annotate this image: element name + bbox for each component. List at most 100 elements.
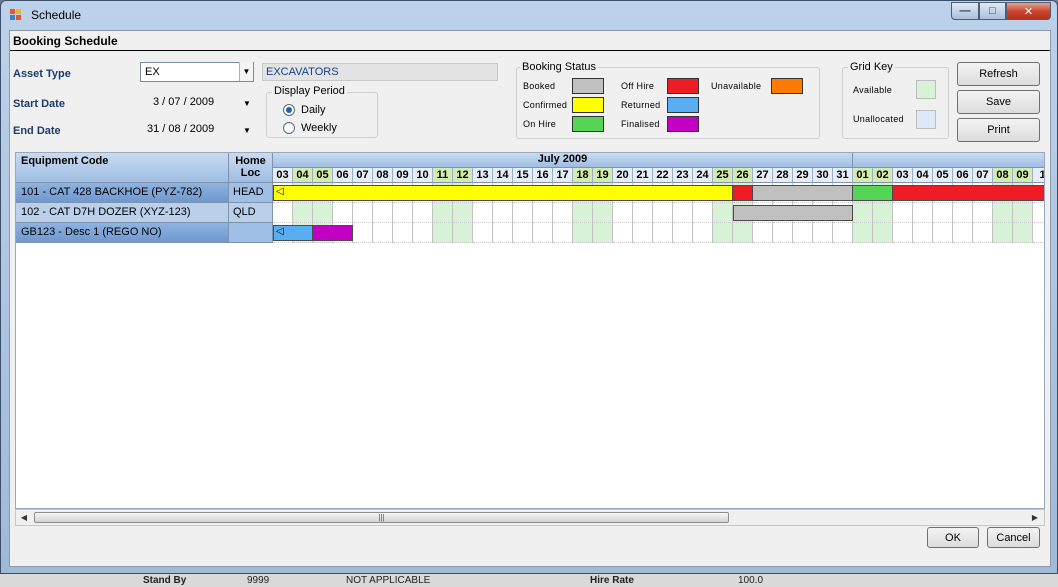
day-header[interactable]: 19	[593, 168, 613, 183]
title-bar[interactable]: Schedule — □ ✕	[1, 1, 1057, 29]
schedule-grid[interactable]: Equipment Code Home Loc July 2009 03 04 05 0…	[15, 152, 1045, 509]
schedule-cell[interactable]	[973, 203, 993, 223]
schedule-cell[interactable]	[653, 203, 673, 223]
schedule-cell[interactable]	[673, 203, 693, 223]
day-header[interactable]: 07	[353, 168, 373, 183]
schedule-cell[interactable]	[933, 223, 953, 243]
day-header[interactable]: 22	[653, 168, 673, 183]
day-header[interactable]: 04	[913, 168, 933, 183]
day-header[interactable]: 12	[453, 168, 473, 183]
daily-radio-label[interactable]: Daily	[301, 104, 325, 116]
weekly-radio[interactable]	[283, 122, 295, 134]
end-date-picker[interactable]: 31 / 08 / 2009	[147, 123, 214, 135]
daily-radio[interactable]	[283, 104, 295, 116]
schedule-cell[interactable]	[913, 203, 933, 223]
equipment-row-code[interactable]: 102 - CAT D7H DOZER (XYZ-123)	[16, 203, 229, 223]
schedule-cell[interactable]	[933, 203, 953, 223]
schedule-cell[interactable]	[513, 203, 533, 223]
cancel-button[interactable]: Cancel	[987, 527, 1040, 548]
day-header[interactable]: 29	[793, 168, 813, 183]
schedule-cell[interactable]	[793, 223, 813, 243]
booking-bar-confirmed[interactable]	[273, 185, 733, 201]
day-header[interactable]: 16	[533, 168, 553, 183]
day-header[interactable]: 30	[813, 168, 833, 183]
schedule-cell[interactable]	[693, 203, 713, 223]
schedule-cell[interactable]	[1013, 223, 1033, 243]
schedule-cell[interactable]	[293, 203, 313, 223]
day-header[interactable]: 11	[433, 168, 453, 183]
day-header[interactable]: 1	[1033, 168, 1044, 183]
schedule-cell[interactable]	[313, 203, 333, 223]
schedule-cell[interactable]	[373, 203, 393, 223]
horizontal-scrollbar[interactable]: ◀ ||| ▶	[15, 509, 1045, 526]
booking-bar-off-hire[interactable]	[733, 185, 753, 201]
schedule-cell[interactable]	[373, 223, 393, 243]
day-header[interactable]: 18	[573, 168, 593, 183]
day-header[interactable]: 23	[673, 168, 693, 183]
schedule-cell[interactable]	[673, 223, 693, 243]
end-date-dropdown-icon[interactable]: ▼	[243, 126, 251, 135]
weekly-radio-label[interactable]: Weekly	[301, 122, 337, 134]
start-date-picker[interactable]: 3 / 07 / 2009	[153, 96, 214, 108]
schedule-cell[interactable]	[953, 223, 973, 243]
scrollbar-thumb[interactable]: |||	[34, 512, 729, 523]
schedule-cell[interactable]	[813, 223, 833, 243]
day-header[interactable]: 03	[273, 168, 293, 183]
schedule-cell[interactable]	[1013, 203, 1033, 223]
schedule-cell[interactable]	[573, 223, 593, 243]
close-button[interactable]: ✕	[1006, 2, 1051, 20]
refresh-button[interactable]: Refresh	[957, 62, 1040, 86]
day-header[interactable]: 09	[393, 168, 413, 183]
booking-bar-booked[interactable]	[753, 185, 853, 201]
schedule-cell[interactable]	[1033, 223, 1044, 243]
schedule-cell[interactable]	[713, 203, 733, 223]
day-header[interactable]: 05	[313, 168, 333, 183]
schedule-cell[interactable]	[553, 203, 573, 223]
day-header[interactable]: 21	[633, 168, 653, 183]
schedule-cell[interactable]	[473, 203, 493, 223]
schedule-cell[interactable]	[633, 203, 653, 223]
schedule-cell[interactable]	[413, 223, 433, 243]
day-header[interactable]: 13	[473, 168, 493, 183]
schedule-cell[interactable]	[773, 223, 793, 243]
minimize-button[interactable]: —	[951, 2, 979, 20]
schedule-cell[interactable]	[733, 223, 753, 243]
day-header[interactable]: 20	[613, 168, 633, 183]
booking-bar-on-hire[interactable]	[853, 185, 893, 201]
schedule-cell[interactable]	[753, 223, 773, 243]
schedule-cell[interactable]	[393, 223, 413, 243]
schedule-cell[interactable]	[613, 223, 633, 243]
scroll-right-icon[interactable]: ▶	[1028, 511, 1042, 524]
schedule-cell[interactable]	[633, 223, 653, 243]
schedule-cell[interactable]	[853, 223, 873, 243]
schedule-cell[interactable]	[353, 203, 373, 223]
day-header[interactable]: 10	[413, 168, 433, 183]
day-header[interactable]: 06	[953, 168, 973, 183]
asset-type-select[interactable]: EX	[140, 62, 254, 82]
day-header[interactable]: 06	[333, 168, 353, 183]
day-header[interactable]: 26	[733, 168, 753, 183]
booking-bar-off-hire[interactable]	[893, 185, 1044, 201]
day-header[interactable]: 07	[973, 168, 993, 183]
save-button[interactable]: Save	[957, 90, 1040, 114]
schedule-cell[interactable]	[693, 223, 713, 243]
schedule-cell[interactable]	[653, 223, 673, 243]
day-header[interactable]: 17	[553, 168, 573, 183]
schedule-cell[interactable]	[853, 203, 873, 223]
schedule-cell[interactable]	[893, 203, 913, 223]
schedule-cell[interactable]	[873, 223, 893, 243]
schedule-cell[interactable]	[1033, 203, 1044, 223]
schedule-cell[interactable]	[593, 223, 613, 243]
day-header[interactable]: 05	[933, 168, 953, 183]
day-header[interactable]: 02	[873, 168, 893, 183]
schedule-cell[interactable]	[473, 223, 493, 243]
day-header[interactable]: 08	[993, 168, 1013, 183]
schedule-cell[interactable]	[873, 203, 893, 223]
schedule-cell[interactable]	[913, 223, 933, 243]
schedule-cell[interactable]	[713, 223, 733, 243]
schedule-cell[interactable]	[533, 223, 553, 243]
schedule-cell[interactable]	[893, 223, 913, 243]
schedule-cell[interactable]	[353, 223, 373, 243]
day-header[interactable]: 15	[513, 168, 533, 183]
schedule-cell[interactable]	[953, 203, 973, 223]
